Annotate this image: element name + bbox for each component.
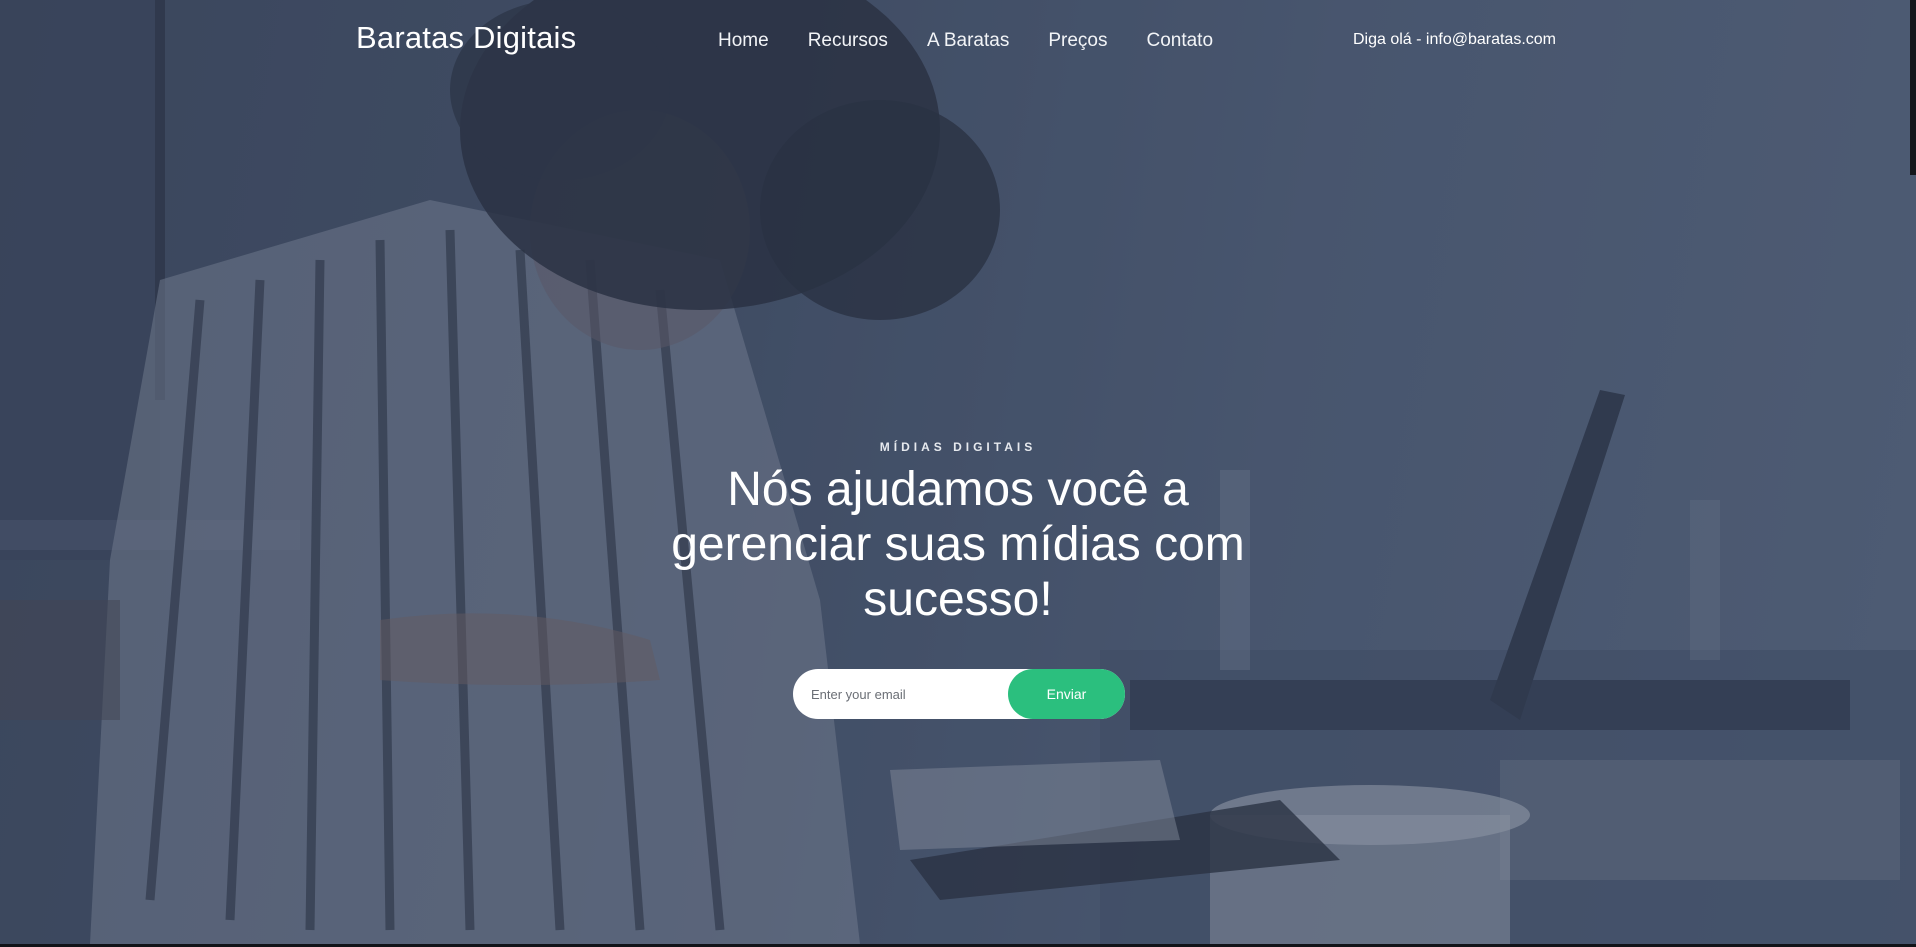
hero-headline: Nós ajudamos você a gerenciar suas mídia… [671, 463, 1245, 626]
nav-item-contato[interactable]: Contato [1146, 30, 1213, 52]
main-nav: Home Recursos A Baratas Preços Contato [718, 30, 1213, 52]
nav-item-recursos[interactable]: Recursos [808, 30, 888, 52]
contact-email[interactable]: Diga olá - info@baratas.com [1353, 31, 1556, 49]
nav-item-home[interactable]: Home [718, 30, 769, 52]
email-input[interactable] [811, 669, 991, 719]
submit-button[interactable]: Enviar [1008, 669, 1125, 719]
nav-item-a-baratas[interactable]: A Baratas [927, 30, 1009, 52]
scrollbar-thumb[interactable] [1910, 0, 1916, 175]
email-signup-form: Enviar [793, 669, 1125, 719]
hero-eyebrow: MÍDIAS DIGITAIS [879, 440, 1037, 454]
nav-item-precos[interactable]: Preços [1048, 30, 1107, 52]
hero-section: Baratas Digitais Home Recursos A Baratas… [0, 0, 1916, 944]
site-logo[interactable]: Baratas Digitais [356, 20, 576, 56]
